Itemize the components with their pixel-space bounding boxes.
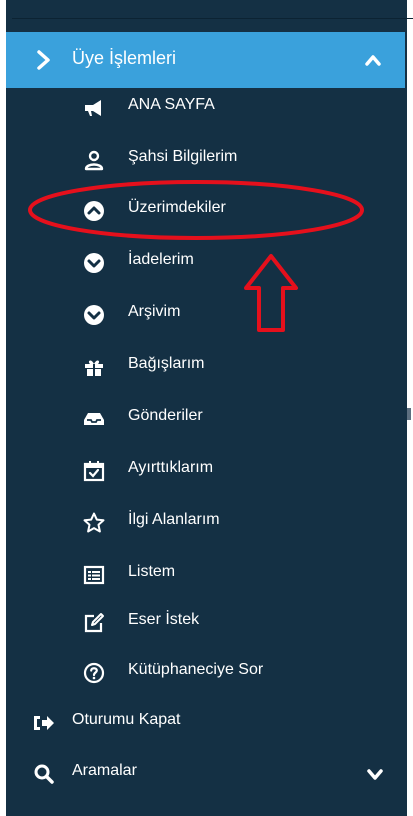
menu-item-eser-istek[interactable]: Eser İstek [6, 597, 405, 649]
menu-item-bagislarim[interactable]: Bağışlarım [6, 341, 405, 393]
menu-item-label: ANA SAYFA [128, 96, 215, 113]
menu-item-label: Arşivim [128, 303, 181, 320]
chevron-down-circle-icon [84, 253, 104, 273]
question-circle-icon [83, 662, 105, 684]
divider [12, 18, 413, 19]
scrollbar-edge [407, 408, 411, 420]
menu-item-ayirttiklarim[interactable]: Ayırttıklarım [6, 445, 405, 497]
chevron-down-circle-icon [84, 305, 104, 325]
menu-item-gonderiler[interactable]: Gönderiler [6, 393, 405, 445]
menu-item-label: Şahsi Bilgilerim [128, 148, 238, 165]
menu-item-label: Gönderiler [128, 407, 203, 424]
menu-item-label: Üzerimdekiler [128, 199, 226, 216]
chevron-down-icon [367, 769, 383, 780]
menu-item-ana-sayfa[interactable]: ANA SAYFA [6, 82, 405, 134]
section-label: Üye İşlemleri [72, 48, 177, 68]
chevron-right-icon [37, 50, 50, 70]
menu-item-uzerimdekiler[interactable]: Üzerimdekiler [6, 185, 405, 237]
search-label: Aramalar [72, 762, 137, 779]
menu-item-label: Listem [128, 563, 176, 580]
inbox-icon [84, 413, 104, 425]
menu-item-listem[interactable]: Listem [6, 549, 405, 601]
calendar-check-icon [83, 461, 105, 482]
sign-out-icon [34, 716, 54, 730]
menu-item-label: Kütüphaneciye Sor [128, 661, 264, 678]
menu-section-uye-islemleri[interactable]: Üye İşlemleri [6, 32, 405, 88]
list-icon [83, 565, 105, 585]
gift-icon [85, 360, 103, 376]
menu-item-kutuphaneciye-sor[interactable]: Kütüphaneciye Sor [6, 647, 405, 699]
chevron-up-icon [365, 55, 381, 66]
menu-item-label: Eser İstek [128, 611, 200, 628]
screenshot-frame: Üye İşlemleri ANA SAYFA Şahsi Bilgilerim… [0, 0, 413, 816]
menu-item-sahsi-bilgilerim[interactable]: Şahsi Bilgilerim [6, 134, 405, 186]
menu-item-iadelerim[interactable]: İadelerim [6, 237, 405, 289]
menu-item-arsivim[interactable]: Arşivim [6, 289, 405, 341]
logout-label: Oturumu Kapat [72, 711, 181, 728]
menu-item-label: Bağışlarım [128, 355, 205, 372]
search-menu-item[interactable]: Aramalar [6, 748, 405, 800]
user-icon [84, 150, 104, 171]
menu-item-ilgi-alanlarim[interactable]: İlgi Alanlarım [6, 497, 405, 549]
logout-item[interactable]: Oturumu Kapat [6, 697, 405, 749]
menu-item-label: İlgi Alanlarım [128, 511, 220, 528]
star-icon [83, 512, 105, 533]
chevron-up-circle-icon [84, 201, 104, 221]
edit-icon [84, 613, 104, 633]
menu-item-label: İadelerim [128, 251, 194, 268]
search-icon [34, 764, 54, 784]
megaphone-icon [85, 100, 101, 116]
menu-item-label: Ayırttıklarım [128, 459, 214, 476]
